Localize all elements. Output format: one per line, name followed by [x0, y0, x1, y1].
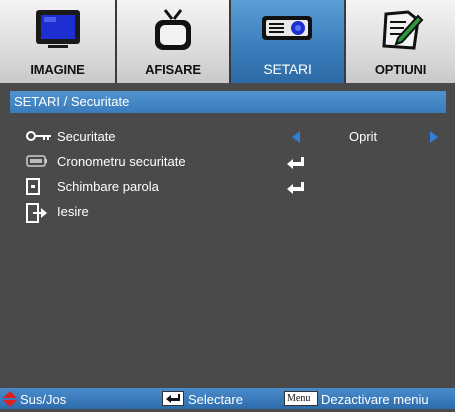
menu-item-label: Securitate: [57, 129, 116, 144]
enter-icon: [287, 181, 305, 199]
securitate-value: Oprit: [349, 129, 378, 144]
menu-item-label: Cronometru securitate: [57, 154, 186, 169]
osd-menu: IMAGINE AFISARE SETARI OPTIUNI SETARI / …: [0, 0, 455, 409]
tab-bar: IMAGINE AFISARE SETARI OPTIUNI: [0, 0, 455, 83]
options-icon: [378, 8, 424, 57]
tab-label: SETARI: [263, 61, 312, 77]
menu-item-iesire[interactable]: Iesire: [0, 201, 455, 223]
tab-setari[interactable]: SETARI: [231, 0, 346, 83]
menu-item-schimbare-parola[interactable]: Schimbare parola: [0, 176, 455, 198]
arrow-right-icon[interactable]: [430, 131, 438, 143]
breadcrumb: SETARI / Securitate: [10, 91, 446, 113]
tab-label: IMAGINE: [30, 62, 85, 77]
password-icon: [26, 178, 42, 201]
monitor-icon: [34, 8, 82, 57]
help-exit-text: Dezactivare meniu: [321, 392, 429, 407]
help-bar: Sus/Jos Selectare Menu Dezactivare meniu: [0, 388, 455, 409]
menu-item-label: Iesire: [57, 204, 89, 219]
menu-item-securitate[interactable]: Securitate Oprit: [0, 126, 455, 148]
tab-label: OPTIUNI: [374, 62, 427, 77]
tab-optiuni[interactable]: OPTIUNI: [346, 0, 455, 83]
help-select-text: Selectare: [188, 392, 243, 407]
enter-key-icon: [162, 391, 184, 406]
tab-label: AFISARE: [145, 62, 201, 77]
key-icon: [26, 128, 52, 149]
exit-icon: [26, 203, 48, 228]
menu-key-label: Menu: [287, 393, 311, 404]
menu-item-label: Schimbare parola: [57, 179, 159, 194]
projector-icon: [260, 8, 316, 53]
page-title: SETARI / Securitate: [14, 94, 130, 109]
arrow-left-icon[interactable]: [292, 131, 300, 143]
tab-afisare[interactable]: AFISARE: [117, 0, 231, 83]
help-nav-text: Sus/Jos: [20, 392, 67, 407]
tv-icon: [151, 8, 195, 59]
enter-icon: [287, 156, 305, 174]
menu-key-icon: Menu: [284, 391, 318, 406]
menu-item-cronometru-securitate[interactable]: Cronometru securitate: [0, 151, 455, 173]
timer-icon: [26, 153, 48, 174]
tab-imagine[interactable]: IMAGINE: [0, 0, 117, 83]
